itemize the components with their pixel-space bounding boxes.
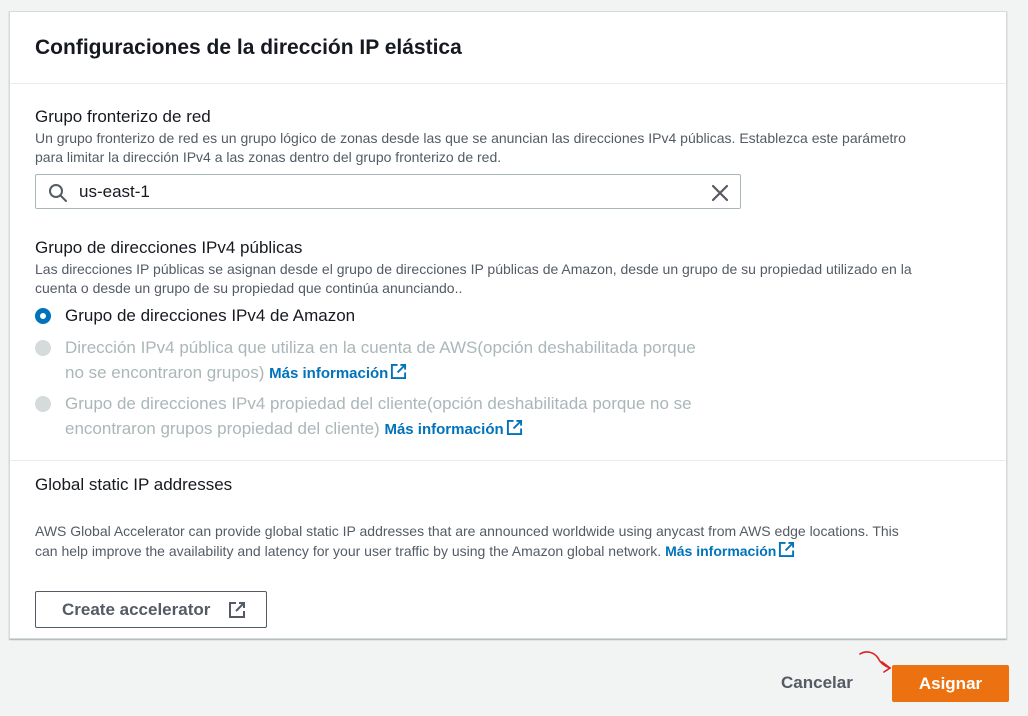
external-link-icon: [391, 363, 407, 380]
create-accelerator-button[interactable]: Create accelerator: [35, 591, 267, 628]
description-line: AWS Global Accelerator can provide globa…: [35, 523, 899, 539]
network-border-group-search[interactable]: us-east-1: [35, 174, 741, 209]
radio-coip-pool: [35, 396, 51, 412]
external-link-icon: [779, 541, 795, 558]
option-text-line2: encontraron grupos propiedad del cliente…: [65, 416, 765, 442]
option-text: Grupo de direcciones IPv4 propiedad del …: [65, 394, 692, 413]
option-text: Dirección IPv4 pública que utiliza en la…: [65, 338, 696, 357]
button-label: Create accelerator: [62, 600, 211, 619]
link-text: Más información: [384, 421, 504, 438]
close-icon[interactable]: [711, 184, 729, 202]
link-text: Más información: [269, 365, 389, 382]
ipv4-pool-label: Grupo de direcciones IPv4 públicas: [35, 238, 303, 257]
global-static-ip-description: AWS Global Accelerator can provide globa…: [35, 522, 995, 561]
network-border-group-label: Grupo fronterizo de red: [35, 107, 211, 126]
button-label: Asignar: [918, 674, 983, 693]
radio-amazon-pool[interactable]: [35, 308, 51, 324]
option-text: encontraron grupos propiedad del cliente…: [65, 419, 380, 438]
search-icon: [49, 184, 67, 202]
more-info-link[interactable]: Más información: [384, 419, 522, 438]
description-line: can help improve the availability and la…: [35, 543, 662, 559]
description-line: para limitar la dirección IPv4 a las zon…: [35, 149, 502, 165]
description-line: Las direcciones IP públicas se asignan d…: [35, 261, 912, 277]
panel-title: Configuraciones de la dirección IP elást…: [35, 36, 462, 59]
cancel-button[interactable]: Cancelar: [781, 673, 853, 693]
option-text: Grupo de direcciones IPv4 de Amazon: [65, 306, 356, 325]
option-byoip-pool-label: Dirección IPv4 pública que utiliza en la…: [65, 335, 765, 386]
description-line: Un grupo fronterizo de red es un grupo l…: [35, 130, 906, 146]
assign-button[interactable]: Asignar: [892, 665, 1009, 702]
section-divider: [10, 460, 1006, 461]
global-static-ip-label: Global static IP addresses: [35, 475, 233, 494]
option-text: no se encontraron grupos): [65, 363, 265, 382]
elastic-ip-settings-panel: Configuraciones de la dirección IP elást…: [9, 11, 1007, 639]
option-text-line2: no se encontraron grupos) Más informació…: [65, 360, 765, 386]
description-line-2: can help improve the availability and la…: [35, 541, 995, 561]
more-info-link[interactable]: Más información: [665, 541, 795, 559]
network-border-group-description: Un grupo fronterizo de red es un grupo l…: [35, 129, 995, 167]
annotation-arrow-icon: [859, 651, 892, 673]
ipv4-pool-description: Las direcciones IP públicas se asignan d…: [35, 260, 995, 298]
panel-header: Configuraciones de la dirección IP elást…: [10, 12, 1006, 84]
external-link-icon: [229, 602, 245, 618]
more-info-link[interactable]: Más información: [269, 363, 407, 382]
option-coip-pool-label: Grupo de direcciones IPv4 propiedad del …: [65, 391, 765, 442]
option-amazon-pool-label[interactable]: Grupo de direcciones IPv4 de Amazon: [65, 303, 355, 328]
radio-byoip-pool: [35, 340, 51, 356]
link-text: Más información: [665, 543, 777, 559]
network-border-group-value[interactable]: us-east-1: [79, 182, 150, 202]
description-line: cuenta o desde un grupo de su propiedad …: [35, 280, 463, 296]
external-link-icon: [506, 419, 522, 436]
